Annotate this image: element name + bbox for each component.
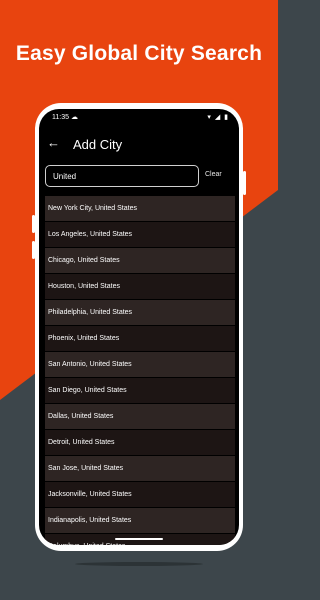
phone-frame: 11:35 ☁ ▾ ◢ ▮ ← Add City Clear New York … bbox=[32, 103, 246, 551]
list-item[interactable]: Detroit, United States bbox=[45, 430, 235, 455]
app-bar: ← Add City bbox=[39, 127, 239, 163]
list-item[interactable]: New York City, United States bbox=[45, 196, 235, 221]
phone-side-button bbox=[32, 215, 35, 233]
list-item[interactable]: Dallas, United States bbox=[45, 404, 235, 429]
list-item[interactable]: Philadelphia, United States bbox=[45, 300, 235, 325]
list-item[interactable]: Chicago, United States bbox=[45, 248, 235, 273]
list-item[interactable]: San Diego, United States bbox=[45, 378, 235, 403]
search-row: Clear bbox=[39, 163, 239, 193]
clear-button[interactable]: Clear bbox=[205, 171, 222, 178]
cloud-icon: ☁ bbox=[71, 114, 78, 121]
headline: Easy Global City Search bbox=[15, 42, 263, 65]
list-item[interactable]: San Antonio, United States bbox=[45, 352, 235, 377]
city-results-list: New York City, United States Los Angeles,… bbox=[45, 196, 235, 545]
list-item[interactable]: Los Angeles, United States bbox=[45, 222, 235, 247]
list-item[interactable]: San Jose, United States bbox=[45, 456, 235, 481]
home-indicator bbox=[115, 538, 163, 540]
phone-side-button bbox=[243, 171, 246, 195]
status-time: 11:35 bbox=[52, 114, 69, 121]
arrow-left-icon[interactable]: ← bbox=[47, 135, 60, 150]
phone-screen: 11:35 ☁ ▾ ◢ ▮ ← Add City Clear New York … bbox=[39, 109, 239, 545]
status-bar: 11:35 ☁ ▾ ◢ ▮ bbox=[39, 109, 239, 127]
phone-shadow bbox=[75, 562, 203, 566]
page-title: Add City bbox=[73, 137, 123, 152]
search-input[interactable] bbox=[45, 165, 199, 187]
list-item[interactable]: Indianapolis, United States bbox=[45, 508, 235, 533]
phone-side-button bbox=[32, 241, 35, 259]
status-icons: ▾ ◢ ▮ bbox=[207, 114, 229, 121]
list-item[interactable]: Jacksonville, United States bbox=[45, 482, 235, 507]
list-item[interactable]: Phoenix, United States bbox=[45, 326, 235, 351]
list-item[interactable]: Houston, United States bbox=[45, 274, 235, 299]
